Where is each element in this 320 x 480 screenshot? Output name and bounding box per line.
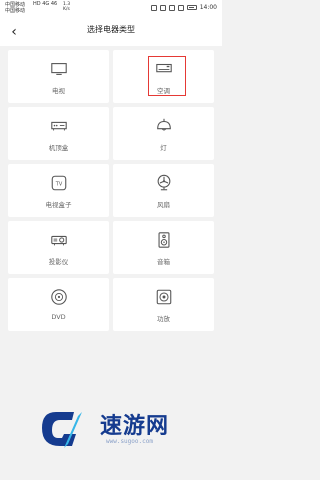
lamp-icon [155,117,173,135]
device-label: DVD [51,313,66,321]
status-bar: 中国移动 中国移动 HD 4G 46 1.3 K/s 14:00 [0,0,222,18]
device-card-speaker[interactable]: 音箱 [113,221,214,274]
device-label: 电视 [52,87,65,95]
device-card-fan[interactable]: 风扇 [113,164,214,217]
bluetooth-icon [177,4,184,11]
watermark: 速游网 www.sugoo.com [0,392,222,472]
brand-logo-icon [38,408,86,452]
device-card-lamp[interactable]: 灯 [113,107,214,160]
page-header: ‹ 选择电器类型 [0,18,222,46]
device-type-grid: 电视 空调 机顶盒 灯 TV 电视盒子 风扇 投影仪 音箱 DVD 功放 [8,50,214,331]
dvd-icon [50,288,68,306]
air-conditioner-icon [155,60,173,78]
device-card-projector[interactable]: 投影仪 [8,221,109,274]
tv-icon [50,60,68,78]
page-title: 选择电器类型 [87,25,135,34]
device-label: 风扇 [157,201,170,209]
carrier-info: 中国移动 中国移动 [5,2,25,14]
clock: 14:00 [199,4,217,11]
device-label: 机顶盒 [48,144,69,152]
device-label: 投影仪 [48,258,69,266]
network-speed: 1.3 K/s [63,2,70,12]
device-label: 空调 [157,87,170,95]
set-top-box-icon [50,117,68,135]
device-label: 音箱 [157,258,170,266]
nfc-icon [150,4,157,11]
device-card-tv[interactable]: 电视 [8,50,109,103]
brand-url: www.sugoo.com [106,438,153,445]
tv-box-icon: TV [50,174,68,192]
battery-icon [186,5,197,10]
device-card-dvd[interactable]: DVD [8,278,109,331]
speed-unit: K/s [63,7,70,12]
device-card-tv-box[interactable]: TV 电视盒子 [8,164,109,217]
carrier-2: 中国移动 [5,8,26,14]
vibrate-icon [159,4,166,11]
fan-icon [155,174,173,192]
projector-icon [50,231,68,249]
network-indicator: HD 4G 46 [33,1,58,7]
device-label: 功放 [157,315,170,323]
device-card-set-top-box[interactable]: 机顶盒 [8,107,109,160]
device-label: 灯 [160,144,167,152]
amplifier-icon [155,288,173,306]
device-card-air-conditioner[interactable]: 空调 [113,50,214,103]
device-card-amplifier[interactable]: 功放 [113,278,214,331]
device-label: 电视盒子 [45,201,72,209]
status-icons: 14:00 [150,4,217,11]
svg-text:TV: TV [54,181,62,187]
speaker-icon [155,231,173,249]
alarm-icon [168,4,175,11]
brand-name: 速游网 [100,414,170,439]
